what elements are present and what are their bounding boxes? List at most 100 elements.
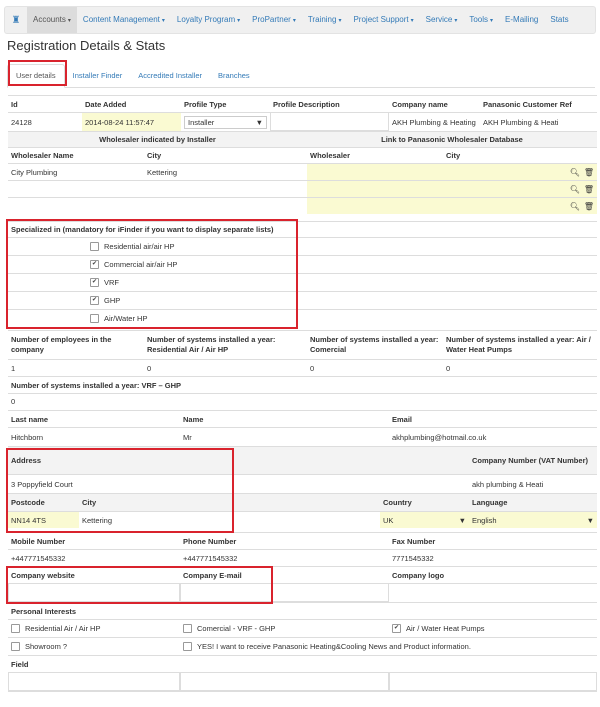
wholesaler-city-field[interactable] (144, 197, 307, 214)
nav-stats[interactable]: Stats (544, 7, 574, 33)
checkbox-air-water[interactable] (90, 314, 99, 323)
option-label: Air/Water HP (104, 314, 148, 323)
trash-icon[interactable]: 🗑︎ (584, 185, 594, 194)
postcode-field[interactable]: NN14 4TS (8, 511, 79, 528)
nav-accounts[interactable]: Accounts ▾ (27, 7, 77, 33)
company-website-field[interactable] (8, 583, 180, 602)
specialized-option[interactable]: ✔ VRF (8, 273, 304, 291)
comercial-field[interactable]: 0 (307, 359, 443, 376)
col-header-name: Name (180, 410, 389, 427)
checkbox-newsletter[interactable] (183, 642, 192, 651)
field-input[interactable] (389, 691, 597, 707)
checkbox-comercial-interest[interactable] (183, 624, 192, 633)
trash-icon[interactable]: 🗑︎ (584, 202, 594, 211)
field-input[interactable] (8, 672, 180, 691)
country-select[interactable]: UK ▼ (380, 511, 469, 528)
nav-training[interactable]: Training ▾ (302, 7, 348, 33)
interest-option[interactable]: ✔ Air / Water Heat Pumps (389, 619, 597, 637)
search-icon[interactable]: 🔍︎ (570, 202, 580, 211)
checkbox-residential-interest[interactable] (11, 624, 20, 633)
wholesaler-link-field[interactable] (307, 163, 443, 180)
vat-field[interactable]: akh plumbing & Heati (469, 474, 597, 493)
wholesaler-name-field[interactable] (8, 197, 144, 214)
specialized-option[interactable]: ✔ Commercial air/air HP (8, 255, 304, 273)
interest-option[interactable]: Showroom ? (8, 637, 180, 655)
wholesaler-link-title: Link to Panasonic Wholesaler Database (307, 131, 597, 147)
air-water-field[interactable]: 0 (443, 359, 597, 376)
company-email-field[interactable] (180, 583, 389, 602)
option-label: GHP (104, 296, 121, 305)
company-logo-field[interactable] (389, 583, 597, 602)
dropdown-arrow-icon: ▼ (458, 515, 466, 525)
wholesaler-city-field[interactable]: Kettering (144, 163, 307, 180)
search-icon[interactable]: 🔍︎ (570, 168, 580, 177)
address-field[interactable]: 3 Poppyfield Court (8, 474, 469, 493)
nav-content-management[interactable]: Content Management ▾ (77, 7, 171, 33)
newsletter-option[interactable]: YES! I want to receive Panasonic Heating… (180, 637, 597, 655)
fax-field[interactable]: 7771545332 (389, 549, 597, 566)
tab-installer-finder[interactable]: Installer Finder (65, 65, 131, 87)
field-input[interactable] (180, 672, 389, 691)
col-header-wholesaler-name: Wholesaler Name (8, 147, 144, 163)
home-icon[interactable]: ♜ (5, 15, 27, 26)
date-added-field[interactable]: 2014-08-24 11:57:47 (82, 112, 181, 131)
nav-project-support[interactable]: Project Support ▾ (347, 7, 419, 33)
name-field[interactable]: Mr (180, 427, 389, 446)
checkbox-residential[interactable] (90, 242, 99, 251)
search-icon[interactable]: 🔍︎ (570, 185, 580, 194)
nav-service[interactable]: Service ▾ (420, 7, 464, 33)
profile-description-field[interactable] (270, 112, 389, 131)
wholesaler-link-field[interactable] (307, 197, 443, 214)
tab-branches[interactable]: Branches (210, 65, 258, 87)
wholesaler-name-field[interactable] (8, 180, 144, 197)
company-name-field[interactable]: AKH Plumbing & Heating (389, 112, 480, 131)
wholesaler-table: Wholesaler indicated by Installer Link t… (8, 131, 597, 214)
checkbox-vrf[interactable]: ✔ (90, 278, 99, 287)
checkbox-ghp[interactable]: ✔ (90, 296, 99, 305)
profile-type-select[interactable]: Installer ▼ (181, 112, 270, 131)
field-input[interactable] (8, 691, 180, 707)
wholesaler-city-field[interactable] (144, 180, 307, 197)
mobile-field[interactable]: +447771545332 (8, 549, 180, 566)
wholesaler-link-field[interactable] (307, 180, 443, 197)
profile-table: Id Date Added Profile Type Profile Descr… (8, 95, 597, 131)
id-value: 24128 (8, 112, 82, 131)
field-input[interactable] (180, 691, 389, 707)
wholesaler-link-city[interactable]: 🔍︎ 🗑︎ (443, 180, 597, 197)
trash-icon[interactable]: 🗑︎ (584, 168, 594, 177)
nav-tools[interactable]: Tools ▾ (463, 7, 499, 33)
interest-option[interactable]: Comercial - VRF - GHP (180, 619, 389, 637)
residential-field[interactable]: 0 (144, 359, 307, 376)
col-header-air-water: Number of systems installed a year: Air … (443, 330, 597, 359)
nav-loyalty-program[interactable]: Loyalty Program ▾ (171, 7, 246, 33)
nav-propartner[interactable]: ProPartner ▾ (246, 7, 302, 33)
city-field[interactable]: Kettering (79, 511, 380, 528)
specialized-option[interactable]: ✔ GHP (8, 291, 304, 309)
specialized-option[interactable]: Residential air/air HP (8, 237, 304, 255)
email-field[interactable]: akhplumbing@hotmail.co.uk (389, 427, 597, 446)
wholesaler-link-city[interactable]: 🔍︎ 🗑︎ (443, 197, 597, 214)
phone-field[interactable]: +447771545332 (180, 549, 389, 566)
col-header-id: Id (8, 95, 82, 112)
employees-table: Number of employees in the company Numbe… (8, 330, 597, 409)
employees-field[interactable]: 1 (8, 359, 144, 376)
wholesaler-link-city[interactable]: 🔍︎ 🗑︎ (443, 163, 597, 180)
checkbox-air-water-interest[interactable]: ✔ (392, 624, 401, 633)
option-label: Showroom ? (25, 642, 68, 651)
person-table: Last name Name Email Hitchborn Mr akhplu… (8, 410, 597, 446)
interest-option[interactable]: Residential Air / Air HP (8, 619, 180, 637)
col-header-company-name: Company name (389, 95, 480, 112)
tab-user-details[interactable]: User details (7, 64, 65, 88)
checkbox-showroom[interactable] (11, 642, 20, 651)
customer-ref-field[interactable]: AKH Plumbing & Heati (480, 112, 597, 131)
specialized-option[interactable]: Air/Water HP (8, 309, 304, 327)
wholesaler-name-field[interactable]: City Plumbing (8, 163, 144, 180)
tab-accredited-installer[interactable]: Accredited Installer (130, 65, 210, 87)
language-select[interactable]: English ▼ (469, 511, 597, 528)
checkbox-commercial[interactable]: ✔ (90, 260, 99, 269)
col-header-last-name: Last name (8, 410, 180, 427)
vrf-ghp-field[interactable]: 0 (8, 393, 597, 409)
last-name-field[interactable]: Hitchborn (8, 427, 180, 446)
field-input[interactable] (389, 672, 597, 691)
nav-e-mailing[interactable]: E-Mailing (499, 7, 544, 33)
